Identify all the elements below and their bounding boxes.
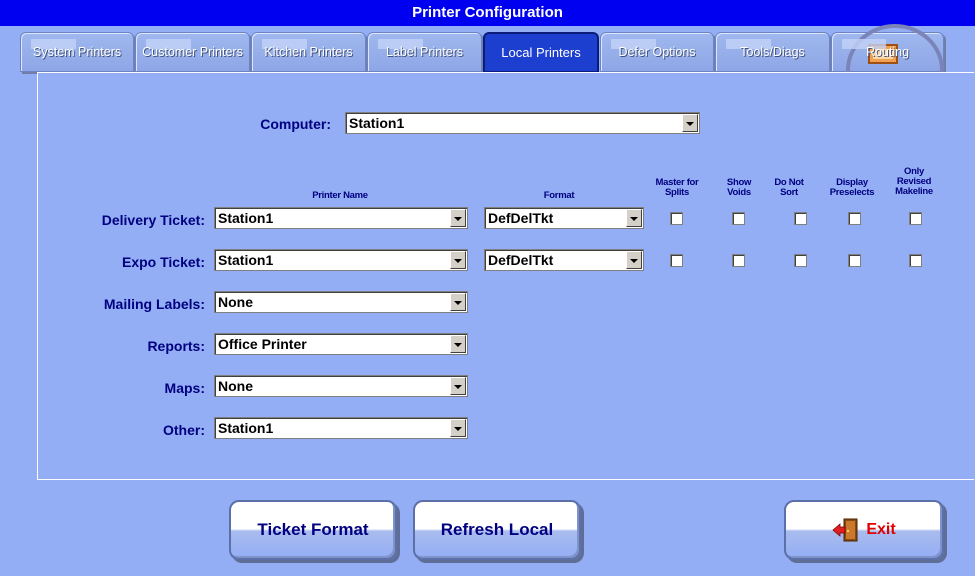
reports-printer-value: Office Printer [218, 336, 307, 352]
tab-local-printers[interactable]: Local Printers [483, 32, 599, 73]
maps-printer-select[interactable]: None [214, 375, 468, 397]
computer-label: Computer: [260, 116, 331, 132]
mailing-labels-label: Mailing Labels: [103, 296, 205, 312]
expo-show-voids-checkbox[interactable] [732, 254, 745, 267]
tab-tools-diags[interactable]: Tools/Diags [715, 32, 830, 72]
col-format: Format [543, 190, 575, 201]
chevron-down-icon[interactable] [450, 377, 466, 395]
expo-only-revised-makeline-checkbox[interactable] [909, 254, 922, 267]
tab-kitchen-printers[interactable]: Kitchen Printers [251, 32, 366, 72]
computer-select[interactable]: Station1 [345, 112, 700, 134]
tab-customer-printers[interactable]: Customer Printers [135, 32, 250, 72]
col-display-preselects: Display Preselects [829, 177, 875, 198]
tab-label: Kitchen Printers [264, 44, 353, 59]
delivery-show-voids-checkbox[interactable] [732, 212, 745, 225]
maps-printer-value: None [218, 378, 253, 394]
reports-label: Reports: [147, 338, 205, 354]
exit-label: Exit [866, 521, 896, 538]
tab-label: Tools/Diags [740, 44, 805, 59]
reports-printer-select[interactable]: Office Printer [214, 333, 468, 355]
delivery-ticket-printer-value: Station1 [218, 210, 274, 226]
expo-ticket-printer-select[interactable]: Station1 [214, 249, 468, 271]
col-printer-name: Printer Name [312, 190, 368, 201]
col-show-voids: Show Voids [726, 177, 752, 198]
other-printer-select[interactable]: Station1 [214, 417, 468, 439]
delivery-ticket-label: Delivery Ticket: [101, 212, 205, 228]
tab-label: Local Printers [501, 45, 581, 60]
delivery-master-for-splits-checkbox[interactable] [670, 212, 683, 225]
chevron-down-icon[interactable] [626, 251, 642, 269]
chevron-down-icon[interactable] [450, 293, 466, 311]
expo-ticket-label: Expo Ticket: [122, 254, 205, 270]
delivery-ticket-printer-select[interactable]: Station1 [214, 207, 468, 229]
expo-ticket-format-value: DefDelTkt [488, 252, 554, 268]
exit-door-icon [832, 518, 858, 542]
refresh-local-label: Refresh Local [440, 520, 554, 539]
other-printer-value: Station1 [218, 420, 274, 436]
exit-button[interactable]: Exit [784, 500, 944, 560]
computer-value: Station1 [349, 115, 405, 131]
delivery-ticket-format-select[interactable]: DefDelTkt [484, 207, 644, 229]
chevron-down-icon[interactable] [626, 209, 642, 227]
expo-display-preselects-checkbox[interactable] [848, 254, 861, 267]
tab-label-printers[interactable]: Label Printers [367, 32, 482, 72]
col-only-revised-makeline: Only Revised Makeline [895, 166, 933, 197]
tab-label: Defer Options [618, 44, 696, 59]
col-master-for-splits: Master for Splits [655, 177, 699, 198]
expo-ticket-format-select[interactable]: DefDelTkt [484, 249, 644, 271]
tab-label: Customer Printers [142, 44, 243, 59]
expo-master-for-splits-checkbox[interactable] [670, 254, 683, 267]
chevron-down-icon[interactable] [450, 209, 466, 227]
other-label: Other: [163, 422, 205, 438]
delivery-do-not-sort-checkbox[interactable] [794, 212, 807, 225]
tab-label: Label Printers [385, 44, 464, 59]
chevron-down-icon[interactable] [450, 419, 466, 437]
chevron-down-icon[interactable] [682, 114, 698, 132]
mailing-labels-printer-value: None [218, 294, 253, 310]
chevron-down-icon[interactable] [450, 251, 466, 269]
mailing-labels-printer-select[interactable]: None [214, 291, 468, 313]
window-title: Printer Configuration [0, 0, 975, 26]
col-do-not-sort: Do Not Sort [774, 177, 804, 198]
tab-defer-options[interactable]: Defer Options [600, 32, 714, 72]
delivery-display-preselects-checkbox[interactable] [848, 212, 861, 225]
tab-system-printers[interactable]: System Printers [20, 32, 134, 72]
maps-label: Maps: [164, 380, 205, 396]
delivery-ticket-format-value: DefDelTkt [488, 210, 554, 226]
ticket-format-button[interactable]: Ticket Format [229, 500, 397, 560]
ticket-format-label: Ticket Format [257, 520, 369, 539]
delivery-only-revised-makeline-checkbox[interactable] [909, 212, 922, 225]
tab-label: System Printers [32, 44, 122, 59]
tab-label: Routing [865, 44, 910, 59]
expo-do-not-sort-checkbox[interactable] [794, 254, 807, 267]
chevron-down-icon[interactable] [450, 335, 466, 353]
refresh-local-button[interactable]: Refresh Local [413, 500, 581, 560]
expo-ticket-printer-value: Station1 [218, 252, 274, 268]
